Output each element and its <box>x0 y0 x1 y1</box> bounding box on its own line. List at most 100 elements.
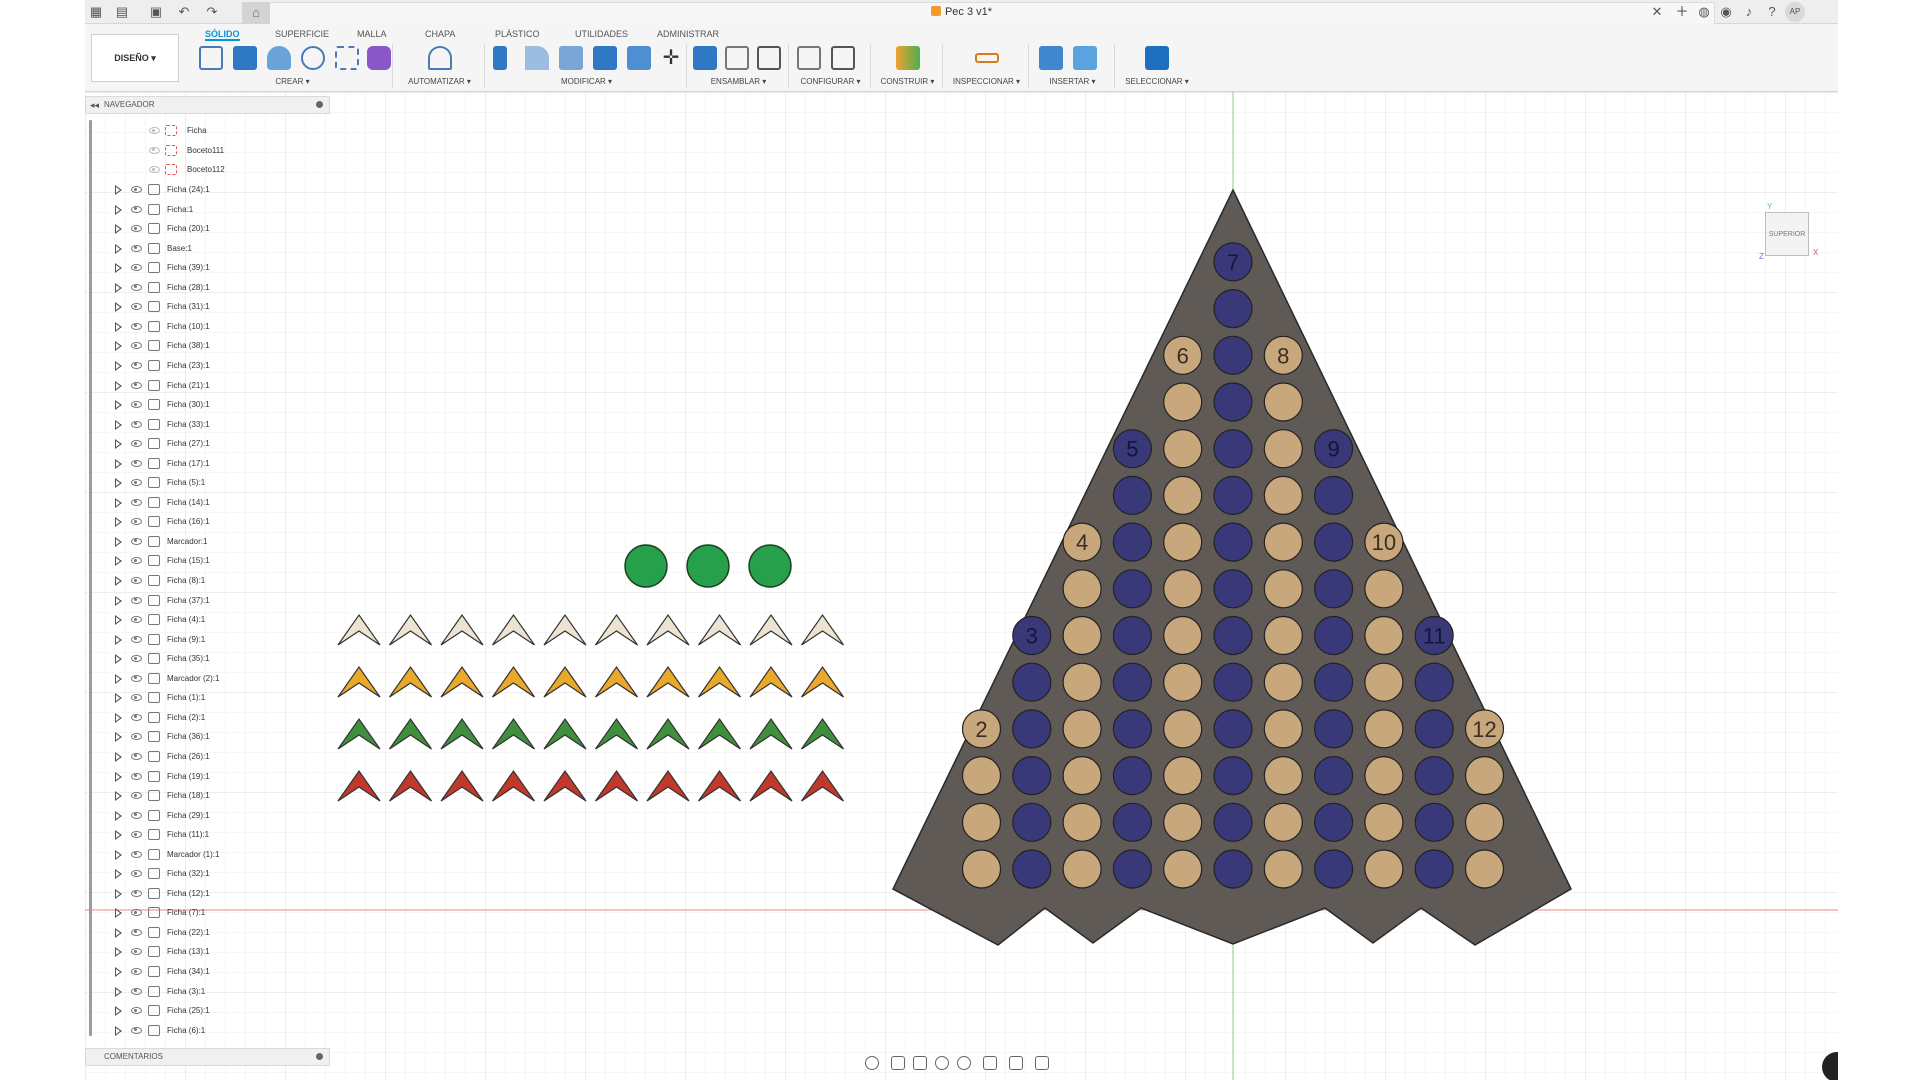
expand-arrow-icon[interactable] <box>115 693 122 704</box>
expand-arrow-icon[interactable] <box>115 439 122 450</box>
insert-image-icon[interactable] <box>1073 46 1097 70</box>
expand-arrow-icon[interactable] <box>115 224 122 235</box>
visibility-eye-icon[interactable] <box>131 655 142 663</box>
expand-arrow-icon[interactable] <box>115 243 122 254</box>
notifications-icon[interactable]: ♪ <box>1740 3 1758 21</box>
visibility-eye-icon[interactable] <box>131 987 142 995</box>
pin-icon[interactable] <box>316 101 323 108</box>
close-tab-icon[interactable]: ✕ <box>1648 3 1666 21</box>
visibility-eye-icon[interactable] <box>131 479 142 487</box>
expand-arrow-icon[interactable] <box>115 478 122 489</box>
visibility-eye-icon[interactable] <box>131 733 142 741</box>
tab-plastico[interactable]: PLÁSTICO <box>495 27 540 41</box>
visibility-eye-icon[interactable] <box>131 968 142 975</box>
visibility-eye-icon[interactable] <box>131 713 142 721</box>
visibility-eye-icon[interactable] <box>131 537 142 545</box>
visibility-eye-icon[interactable] <box>131 1007 142 1015</box>
tab-solido[interactable]: SÓLIDO <box>205 27 240 41</box>
expand-arrow-icon[interactable] <box>115 321 122 332</box>
home-icon[interactable]: ⌂ <box>242 2 270 24</box>
expand-arrow-icon[interactable] <box>115 615 122 626</box>
tab-utilidades[interactable]: UTILIDADES <box>575 27 628 41</box>
expand-arrow-icon[interactable] <box>115 673 122 684</box>
expand-arrow-icon[interactable] <box>115 967 122 977</box>
tab-malla[interactable]: MALLA <box>357 27 387 41</box>
expand-arrow-icon[interactable] <box>115 360 122 371</box>
tab-superficie[interactable]: SUPERFICIE <box>275 27 329 41</box>
visibility-eye-icon[interactable] <box>131 186 142 193</box>
expand-arrow-icon[interactable] <box>115 263 122 274</box>
visibility-eye-icon[interactable] <box>131 850 142 858</box>
visibility-eye-icon[interactable] <box>131 831 142 839</box>
fit-icon[interactable] <box>957 1056 971 1070</box>
new-component-icon[interactable] <box>693 46 717 70</box>
look-at-icon[interactable] <box>891 1056 905 1070</box>
comments-panel[interactable]: COMENTARIOS <box>85 1048 330 1066</box>
group-label-crear[interactable]: CREAR ▾ <box>193 77 392 86</box>
collapse-icon[interactable]: ◂◂ <box>90 97 99 113</box>
help-icon[interactable]: ? <box>1763 3 1781 21</box>
select-icon[interactable] <box>1145 46 1169 70</box>
automate-icon[interactable] <box>428 46 452 70</box>
expand-arrow-icon[interactable] <box>115 282 122 293</box>
expand-arrow-icon[interactable] <box>115 400 122 411</box>
browser-scrollbar[interactable] <box>89 120 92 1036</box>
expand-arrow-icon[interactable] <box>115 888 122 899</box>
hole-icon[interactable] <box>301 46 325 70</box>
expand-arrow-icon[interactable] <box>115 712 122 723</box>
visibility-eye-icon[interactable] <box>131 440 142 448</box>
group-label-configurar[interactable]: CONFIGURAR ▾ <box>791 77 870 86</box>
visibility-eye-icon[interactable] <box>131 596 142 604</box>
expand-arrow-icon[interactable] <box>115 576 122 586</box>
comments-pin-icon[interactable] <box>316 1053 323 1060</box>
display-settings-icon[interactable] <box>983 1056 997 1070</box>
zoom-icon[interactable] <box>935 1056 949 1070</box>
expand-arrow-icon[interactable] <box>115 185 122 195</box>
visibility-eye-icon[interactable] <box>131 1026 142 1034</box>
grid-settings-icon[interactable] <box>1009 1056 1023 1070</box>
create-sketch-icon[interactable] <box>199 46 223 70</box>
app-grid-icon[interactable]: ▦ <box>87 3 105 21</box>
tab-chapa[interactable]: CHAPA <box>425 27 455 41</box>
expand-arrow-icon[interactable] <box>115 1025 122 1036</box>
expand-arrow-icon[interactable] <box>115 517 122 528</box>
visibility-eye-icon[interactable] <box>131 870 142 878</box>
visibility-eye-icon[interactable] <box>131 264 142 272</box>
plane-icon[interactable] <box>896 46 920 70</box>
extensions-icon[interactable]: ◍ <box>1695 3 1713 21</box>
expand-arrow-icon[interactable] <box>115 732 122 743</box>
expand-arrow-icon[interactable] <box>115 869 122 880</box>
expand-arrow-icon[interactable] <box>115 536 122 547</box>
expand-arrow-icon[interactable] <box>115 908 122 919</box>
table-icon[interactable] <box>757 46 781 70</box>
joint-icon[interactable] <box>725 46 749 70</box>
file-menu-icon[interactable]: ▤ <box>113 3 131 21</box>
expand-arrow-icon[interactable] <box>115 947 122 958</box>
visibility-eye-icon[interactable] <box>131 889 142 897</box>
visibility-eye-icon[interactable] <box>131 459 142 467</box>
expand-arrow-icon[interactable] <box>115 927 122 938</box>
visibility-eye-icon[interactable] <box>131 792 142 800</box>
workspace-selector[interactable]: DISEÑO ▾ <box>91 34 179 82</box>
expand-arrow-icon[interactable] <box>115 458 122 469</box>
pan-icon[interactable] <box>913 1056 927 1070</box>
visibility-eye-icon[interactable] <box>131 283 142 291</box>
user-avatar[interactable]: AP <box>1785 2 1805 22</box>
viewport[interactable]: 2 3 4 5 6 7 8 9 10 11 12 <box>85 92 1838 1080</box>
save-icon[interactable]: ▣ <box>147 3 165 21</box>
expand-arrow-icon[interactable] <box>115 204 122 215</box>
pattern-icon[interactable] <box>335 46 359 70</box>
visibility-eye-icon[interactable] <box>131 694 142 702</box>
visibility-eye-icon[interactable] <box>131 752 142 760</box>
expand-arrow-icon[interactable] <box>115 341 122 352</box>
expand-arrow-icon[interactable] <box>115 556 122 567</box>
redo-icon[interactable]: ↷ <box>203 3 221 21</box>
configure-table-icon[interactable] <box>831 46 855 70</box>
group-label-modificar[interactable]: MODIFICAR ▾ <box>487 77 686 86</box>
form-icon[interactable] <box>367 46 391 70</box>
expand-arrow-icon[interactable] <box>115 849 122 860</box>
design-canvas[interactable]: 2 3 4 5 6 7 8 9 10 11 12 SUPERIOR Y X Z <box>85 92 1838 1080</box>
chamfer-icon[interactable] <box>559 46 583 70</box>
visibility-eye-icon[interactable] <box>131 420 142 428</box>
expand-arrow-icon[interactable] <box>115 595 122 606</box>
